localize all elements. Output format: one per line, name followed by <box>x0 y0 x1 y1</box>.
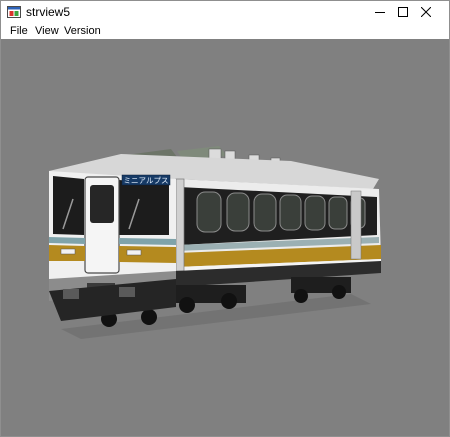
side-door <box>175 178 185 272</box>
close-button[interactable] <box>403 1 449 23</box>
rear-side-door <box>350 190 362 260</box>
menu-bar: File View Version <box>1 23 449 39</box>
front-stripe-accent-left <box>49 237 85 244</box>
headlight-left <box>60 248 76 255</box>
front-door-window <box>90 185 114 223</box>
app-window: strview5 File View Version ミニアルプス <box>0 0 450 437</box>
title-bar[interactable]: strview5 <box>1 1 449 23</box>
roof-vent-1 <box>208 148 222 160</box>
front-snowplow-right <box>119 287 135 297</box>
front-snowplow-left <box>63 289 79 299</box>
front-window-left <box>53 176 84 235</box>
menu-version[interactable]: Version <box>59 23 106 39</box>
close-icon <box>421 7 431 17</box>
headlight-right <box>126 249 142 256</box>
menu-file[interactable]: File <box>5 23 33 39</box>
front-window-right <box>119 180 169 235</box>
train-model-render: ミニアルプス <box>49 146 381 339</box>
window-title: strview5 <box>26 5 71 19</box>
app-icon[interactable] <box>7 5 21 19</box>
3d-viewport[interactable]: ミニアルプス <box>1 39 449 436</box>
front-stripe-accent-right <box>119 238 176 245</box>
destination-sign-text: ミニアルプス <box>124 176 169 185</box>
